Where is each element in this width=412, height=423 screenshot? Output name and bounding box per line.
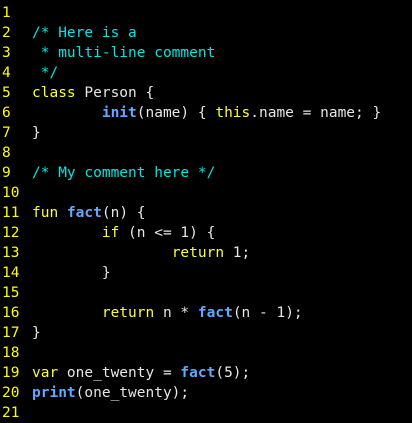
line-number: 16 <box>2 305 20 321</box>
code-line[interactable]: 15 <box>0 283 412 303</box>
line-number: 7 <box>2 125 11 141</box>
code-line[interactable]: 10 <box>0 183 412 203</box>
code-line[interactable]: 12 if (n <= 1) { <box>0 223 412 243</box>
line-code: /* Here is a <box>32 23 412 43</box>
code-editor[interactable]: 1 2/* Here is a3 * multi-line comment 4 */… <box>0 0 412 421</box>
code-line[interactable]: 17} <box>0 323 412 343</box>
line-code: init(name) { this.name = name; } <box>32 103 412 123</box>
code-token-comment: * multi-line comment <box>32 45 216 61</box>
code-line[interactable]: 1 <box>0 3 412 23</box>
code-token-func: init <box>101 105 137 121</box>
code-token-keyword: if <box>101 225 120 241</box>
code-token-plain: Person { <box>75 85 155 101</box>
code-token-plain: } <box>32 125 41 141</box>
line-code: return 1; <box>32 243 412 263</box>
code-line[interactable]: 9 /* My comment here */ <box>0 163 412 183</box>
code-line[interactable]: 4 */ <box>0 63 412 83</box>
code-token-keyword: var <box>32 365 59 381</box>
code-token-comment: */ <box>32 65 59 81</box>
code-line[interactable]: 7} <box>0 123 412 143</box>
line-number: 3 <box>2 45 11 61</box>
line-code: class Person { <box>32 83 412 103</box>
line-number: 18 <box>2 345 20 361</box>
line-code: * multi-line comment <box>32 43 412 63</box>
code-line[interactable]: 18 <box>0 343 412 363</box>
code-token-keyword: return <box>171 245 225 261</box>
line-number: 6 <box>2 105 11 121</box>
line-code: var one_twenty = fact(5); <box>32 363 412 383</box>
line-code: fun fact(n) { <box>32 203 412 223</box>
code-line[interactable]: 5 class Person { <box>0 83 412 103</box>
line-number: 4 <box>2 65 11 81</box>
line-code: } <box>32 323 412 343</box>
line-code: } <box>32 263 412 283</box>
code-token-plain: .name = name; } <box>250 105 382 121</box>
line-number: 13 <box>2 245 20 261</box>
line-number: 10 <box>2 185 20 201</box>
code-line[interactable]: 14 } <box>0 263 412 283</box>
code-token-keyword: fun <box>32 205 59 221</box>
code-token-plain: (5); <box>215 365 251 381</box>
line-number: 5 <box>2 85 11 101</box>
code-token-plain: (one_twenty); <box>75 385 190 401</box>
line-code: */ <box>32 63 412 83</box>
line-code: return n * fact(n - 1); <box>32 303 412 323</box>
code-line[interactable]: 19 var one_twenty = fact(5); <box>0 363 412 383</box>
code-token-plain: } <box>32 265 111 281</box>
line-number: 11 <box>2 205 20 221</box>
line-number: 1 <box>2 5 11 21</box>
code-line[interactable]: 20 print(one_twenty); <box>0 383 412 403</box>
code-token-plain: } <box>32 325 41 341</box>
code-token-plain: (n) { <box>101 205 146 221</box>
code-token-comment: /* Here is a <box>32 25 137 41</box>
line-number: 17 <box>2 325 20 341</box>
code-token-plain: (n <= 1) { <box>119 225 216 241</box>
code-line[interactable]: 13 return 1; <box>0 243 412 263</box>
code-token-comment: /* My comment here */ <box>32 165 216 181</box>
line-code: if (n <= 1) { <box>32 223 412 243</box>
code-token-keyword: this <box>215 105 251 121</box>
code-token-plain: (name) { <box>136 105 216 121</box>
code-line[interactable]: 6 init(name) { this.name = name; } <box>0 103 412 123</box>
code-line[interactable]: 11 fun fact(n) { <box>0 203 412 223</box>
code-token-plain: one_twenty = <box>58 365 181 381</box>
line-code: /* My comment here */ <box>32 163 412 183</box>
code-line[interactable]: 21 <box>0 403 412 423</box>
line-number: 20 <box>2 385 20 401</box>
line-code: print(one_twenty); <box>32 383 412 403</box>
code-token-func: fact <box>180 365 216 381</box>
line-number: 21 <box>2 405 20 421</box>
code-token-plain: 1; <box>224 245 251 261</box>
code-token-plain: (n - 1); <box>232 305 303 321</box>
code-token-func: fact <box>66 205 102 221</box>
line-number: 2 <box>2 25 11 41</box>
code-token-func: print <box>32 385 76 401</box>
line-number: 8 <box>2 145 11 161</box>
code-line[interactable]: 16 return n * fact(n - 1); <box>0 303 412 323</box>
line-code: } <box>32 123 412 143</box>
line-number: 19 <box>2 365 20 381</box>
code-token-keyword: class <box>32 85 76 101</box>
code-line[interactable]: 3 * multi-line comment <box>0 43 412 63</box>
line-number: 14 <box>2 265 20 281</box>
code-token-plain: n * <box>154 305 198 321</box>
line-number: 9 <box>2 165 11 181</box>
code-token-func: fact <box>197 305 233 321</box>
code-line[interactable]: 8 <box>0 143 412 163</box>
code-line[interactable]: 2 /* Here is a <box>0 23 412 43</box>
line-number: 12 <box>2 225 20 241</box>
code-token-keyword: return <box>101 305 155 321</box>
line-number: 15 <box>2 285 20 301</box>
